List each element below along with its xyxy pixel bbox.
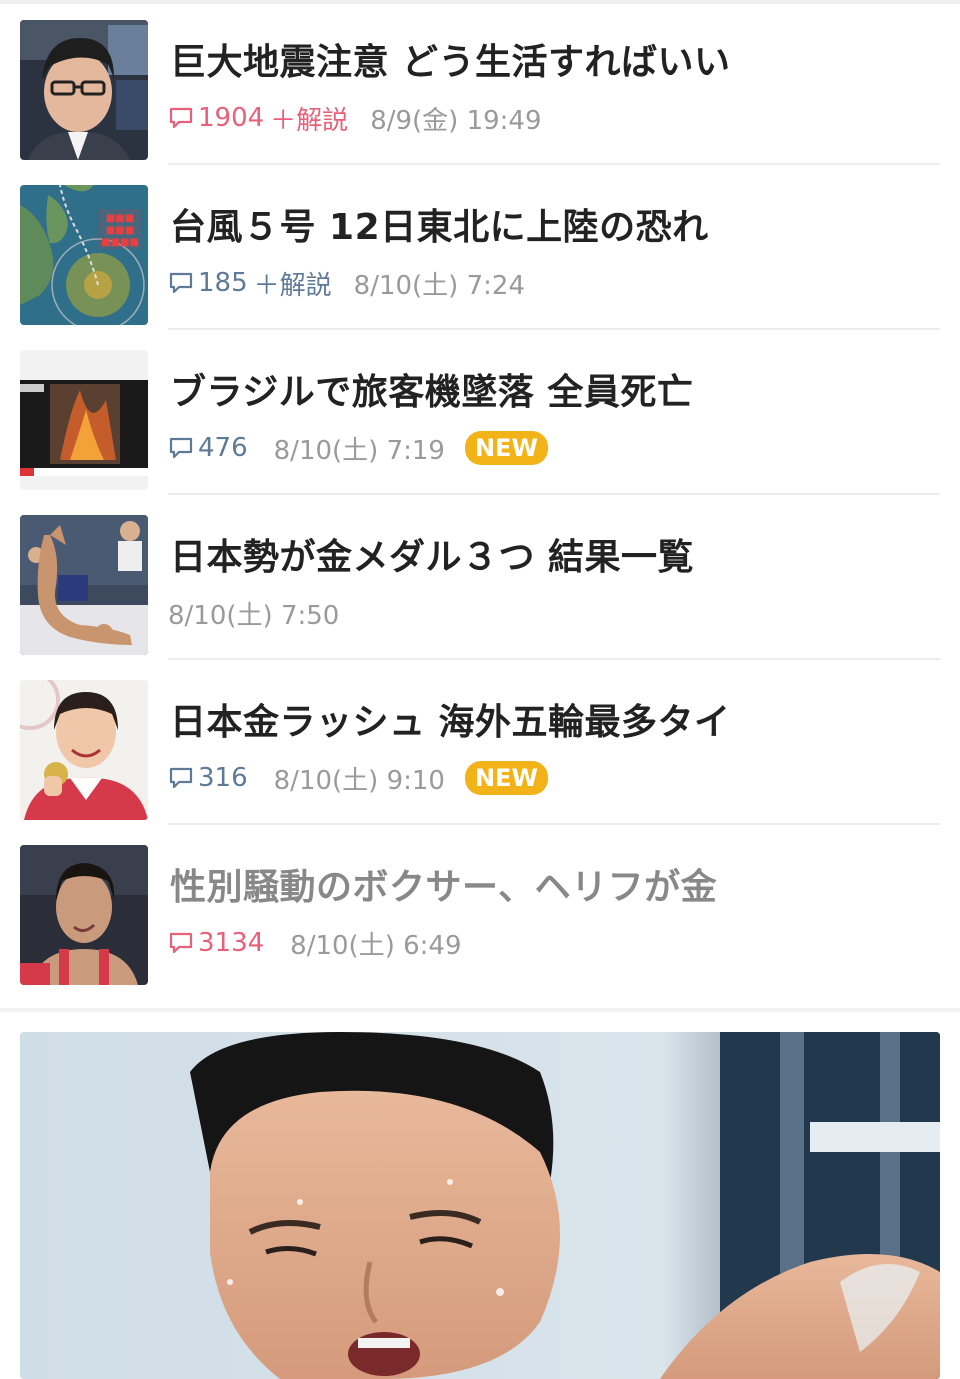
- news-thumbnail: [20, 20, 148, 160]
- news-meta: 8/10(土) 7:50: [168, 595, 339, 631]
- news-date: 8/10(土) 7:19: [273, 435, 445, 466]
- news-meta: 3134 8/10(土) 6:49: [168, 925, 462, 961]
- news-meta: 316 8/10(土) 9:10 NEW: [168, 760, 548, 796]
- news-item[interactable]: ■■■ ■■■ ■■■■ 台風５号 12日東北に上陸の恐れ 185 ＋解説 8/…: [0, 165, 960, 330]
- comment-count: 316: [198, 763, 248, 793]
- comment-count: 476: [198, 433, 248, 463]
- comment-icon: [169, 107, 193, 129]
- news-meta: 476 8/10(土) 7:19 NEW: [168, 430, 548, 466]
- svg-text:■■■: ■■■: [106, 213, 134, 224]
- comment-icon: [169, 767, 193, 789]
- news-date: 8/10(土) 7:24: [353, 270, 525, 301]
- news-item[interactable]: 日本金ラッシュ 海外五輪最多タイ 316 8/10(土) 9:10 NEW: [0, 660, 960, 825]
- news-item[interactable]: 日本勢が金メダル３つ 結果一覧 8/10(土) 7:50: [0, 495, 960, 660]
- comment-icon: [169, 272, 193, 294]
- comment-icon: [169, 932, 193, 954]
- news-thumbnail: [20, 680, 148, 820]
- svg-text:■■■■: ■■■■: [101, 237, 139, 248]
- news-title: 巨大地震注意 どう生活すればいい: [170, 42, 731, 83]
- news-item[interactable]: 巨大地震注意 どう生活すればいい 1904 ＋解説 8/9(金) 19:49: [0, 0, 960, 165]
- news-item[interactable]: 性別騒動のボクサー、ヘリフが金 3134 8/10(土) 6:49: [0, 825, 960, 990]
- section-separator: [0, 1008, 960, 1012]
- comment-count: 1904: [198, 103, 265, 133]
- news-title: 日本勢が金メダル３つ 結果一覧: [170, 537, 695, 578]
- news-date: 8/10(土) 7:50: [168, 600, 340, 631]
- commentary-label: ＋解説: [270, 105, 349, 136]
- comment-icon: [169, 437, 193, 459]
- comment-count: 185: [198, 268, 248, 298]
- news-meta: 185 ＋解説 8/10(土) 7:24: [168, 265, 525, 301]
- svg-text:■■■: ■■■: [106, 225, 134, 236]
- news-date: 8/9(金) 19:49: [370, 105, 542, 136]
- new-badge: NEW: [464, 431, 548, 465]
- news-title: 台風５号 12日東北に上陸の恐れ: [170, 207, 709, 248]
- news-thumbnail: [20, 350, 148, 490]
- hero-image[interactable]: [20, 1032, 940, 1379]
- new-badge: NEW: [464, 761, 548, 795]
- comment-count: 3134: [198, 928, 265, 958]
- news-title: 日本金ラッシュ 海外五輪最多タイ: [170, 702, 731, 743]
- news-thumbnail: [20, 515, 148, 655]
- news-thumbnail: ■■■ ■■■ ■■■■: [20, 185, 148, 325]
- news-date: 8/10(土) 6:49: [290, 930, 462, 961]
- news-title: 性別騒動のボクサー、ヘリフが金: [170, 867, 718, 908]
- news-title: ブラジルで旅客機墜落 全員死亡: [170, 372, 694, 413]
- commentary-label: ＋解説: [253, 270, 332, 301]
- news-date: 8/10(土) 9:10: [273, 765, 445, 796]
- news-thumbnail: [20, 845, 148, 985]
- news-item[interactable]: ブラジルで旅客機墜落 全員死亡 476 8/10(土) 7:19 NEW: [0, 330, 960, 495]
- news-meta: 1904 ＋解説 8/9(金) 19:49: [168, 100, 542, 136]
